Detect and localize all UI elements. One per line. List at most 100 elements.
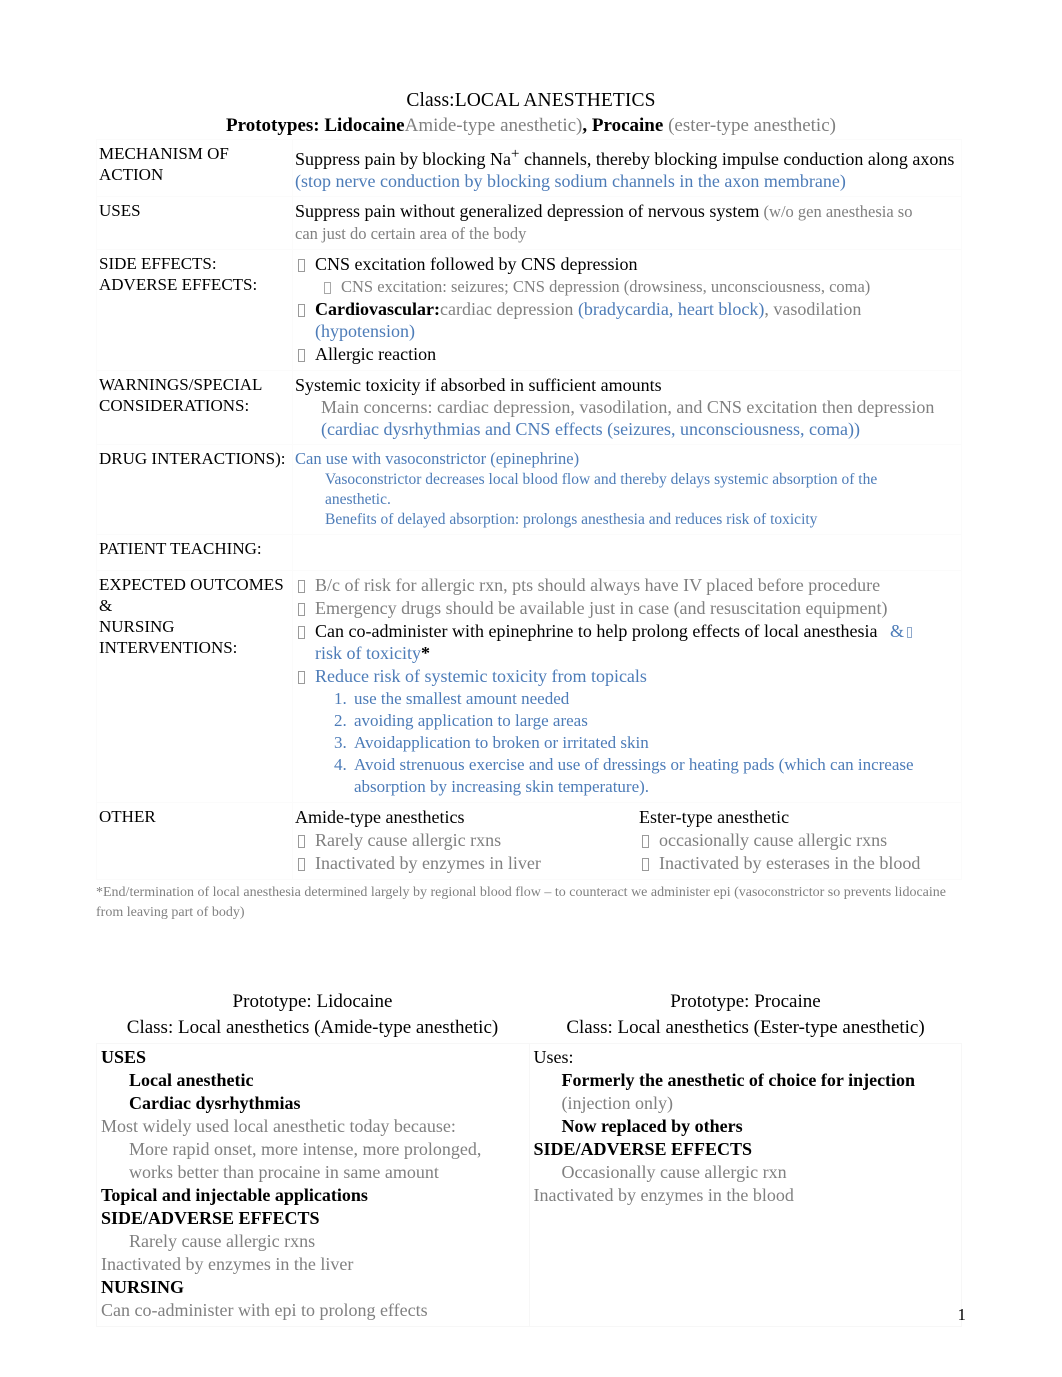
drug-interactions-line-1: Can use with vasoconstrictor (epinephrin… bbox=[295, 449, 580, 468]
table-row-warnings: WARNINGS/SPECIAL CONSIDERATIONS: Systemi… bbox=[96, 370, 962, 445]
drug-card-table: MECHANISM OF ACTION Suppress pain by blo… bbox=[96, 139, 962, 880]
decrease-toxicity-text: risk of toxicity bbox=[315, 643, 421, 663]
row-value-expected-outcomes: B/c of risk for allergic rxn, pts should… bbox=[292, 570, 962, 803]
side-effects-label-1: SIDE EFFECTS: bbox=[99, 254, 217, 273]
amide-list: Rarely cause allergic rxns Inactivated b… bbox=[295, 829, 627, 874]
row-value-uses: Suppress pain without generalized depres… bbox=[292, 196, 962, 250]
list-item: Allergic reaction bbox=[295, 343, 959, 365]
warnings-line-1: Systemic toxicity if absorbed in suffici… bbox=[295, 375, 662, 395]
down-arrow-icon bbox=[907, 627, 913, 638]
class-title-prefix: Class: bbox=[406, 90, 455, 111]
cardio-gray-2: , vasodilation bbox=[764, 299, 862, 319]
uses-text-note: (w/o gen anesthesia so bbox=[759, 202, 913, 221]
prototypes-line: Prototypes: LidocaineAmide-type anesthet… bbox=[0, 113, 1062, 139]
lidocaine-applications: Topical and injectable applications bbox=[101, 1185, 368, 1205]
cardio-gray-1: cardiac depression bbox=[440, 299, 574, 319]
cardio-label: Cardiovascular: bbox=[315, 299, 440, 319]
table-row-expected-outcomes: EXPECTED OUTCOMES & NURSING INTERVENTION… bbox=[96, 570, 962, 803]
lidocaine-class-title: Class: Local anesthetics (Amide-type ane… bbox=[126, 1017, 499, 1038]
side-effects-sublist: CNS excitation: seizures; CNS depression… bbox=[295, 276, 959, 298]
lidocaine-metabolism: Inactivated by enzymes in the liver bbox=[101, 1254, 354, 1274]
procaine-card-body: Uses: Formerly the anesthetic of choice … bbox=[528, 1043, 962, 1327]
list-item: use the smallest amount needed bbox=[351, 688, 959, 710]
table-row-drug-interactions: DRUG INTERACTIONS): Can use with vasocon… bbox=[96, 444, 962, 535]
bullet-text: Can co-administer with epinephrine to he… bbox=[315, 621, 878, 641]
list-item: Inactivated by enzymes in liver bbox=[295, 852, 627, 874]
lidocaine-prototype-title: Prototype: Lidocaine bbox=[232, 991, 393, 1012]
procaine-uses-heading: Uses: bbox=[533, 1047, 574, 1067]
list-item: CNS excitation followed by CNS depressio… bbox=[295, 253, 959, 275]
row-label-drug-interactions: DRUG INTERACTIONS): bbox=[96, 444, 293, 535]
bullet-text: Reduce risk of systemic toxicity from to… bbox=[315, 666, 647, 686]
lidocaine-nursing-1: Can co-administer with epi to prolong ef… bbox=[101, 1300, 428, 1320]
list-item: occasionally cause allergic rxns bbox=[639, 829, 959, 851]
list-item: Cardiovascular:cardiac depression (brady… bbox=[295, 298, 959, 342]
procaine-card-heading: Prototype: Procaine Class: Local anesthe… bbox=[529, 989, 962, 1041]
drug-interactions-line-2: Vasoconstrictor decreases local blood fl… bbox=[325, 471, 878, 488]
row-label-uses: USES bbox=[96, 196, 293, 250]
other-column-ester: Ester-type anesthetic occasionally cause… bbox=[627, 806, 959, 875]
table-row-uses: USES Suppress pain without generalized d… bbox=[96, 196, 962, 250]
expected-outcomes-list: B/c of risk for allergic rxn, pts should… bbox=[295, 574, 959, 687]
prototype-procaine-type: (ester-type anesthetic) bbox=[668, 115, 836, 136]
prototype-separator: , bbox=[582, 115, 592, 136]
bullet-text: Allergic reaction bbox=[315, 344, 437, 364]
list-item: Avoid strenuous exercise and use of dres… bbox=[351, 754, 959, 798]
cardio-blue-2: (hypotension) bbox=[315, 321, 415, 341]
mechanism-line-1: Suppress pain by blocking Na+ channels, … bbox=[295, 143, 959, 170]
bullet-text: occasionally cause allergic rxns bbox=[659, 830, 888, 850]
warnings-label-2: CONSIDERATIONS: bbox=[99, 396, 250, 415]
uses-line-1: Suppress pain without generalized depres… bbox=[295, 200, 959, 223]
footnote: *End/termination of local anesthesia det… bbox=[96, 885, 946, 920]
table-row-other: OTHER Amide-type anesthetics Rarely caus… bbox=[96, 802, 962, 880]
lidocaine-note-1: More rapid onset, more intense, more pro… bbox=[129, 1139, 482, 1159]
list-item: Can co-administer with epinephrine to he… bbox=[295, 620, 959, 664]
lidocaine-use-1: Local anesthetic bbox=[129, 1070, 254, 1090]
bullet-text: CNS excitation followed by CNS depressio… bbox=[315, 254, 638, 274]
reduce-risk-numbered-list: use the smallest amount needed avoiding … bbox=[295, 688, 959, 798]
ester-heading: Ester-type anesthetic bbox=[639, 807, 790, 827]
prototype-detail-table: USES Local anesthetic Cardiac dysrhythmi… bbox=[96, 1043, 962, 1327]
drug-interactions-line-3: anesthetic. bbox=[325, 491, 391, 508]
expected-outcomes-label-2: NURSING INTERVENTIONS: bbox=[99, 617, 238, 657]
table-row-patient-teaching: PATIENT TEACHING: bbox=[96, 534, 962, 571]
lidocaine-nursing-heading: NURSING bbox=[101, 1277, 185, 1297]
list-item: B/c of risk for allergic rxn, pts should… bbox=[295, 574, 959, 596]
row-label-other: OTHER bbox=[96, 802, 293, 880]
prototype-lidocaine: Lidocaine bbox=[324, 115, 405, 136]
side-effects-list: CNS excitation followed by CNS depressio… bbox=[295, 253, 959, 275]
bullet-text: Inactivated by enzymes in liver bbox=[315, 853, 541, 873]
side-effects-list-cardio: Cardiovascular:cardiac depression (brady… bbox=[295, 298, 959, 365]
mechanism-text-post: channels, thereby blocking impulse condu… bbox=[519, 149, 955, 169]
prototype-lidocaine-type: Amide-type anesthetic) bbox=[404, 115, 583, 136]
row-value-drug-interactions: Can use with vasoconstrictor (epinephrin… bbox=[292, 444, 962, 535]
side-effects-label-2: ADVERSE EFFECTS: bbox=[99, 275, 258, 294]
row-value-mechanism: Suppress pain by blocking Na+ channels, … bbox=[292, 139, 962, 197]
document-page: Class:LOCAL ANESTHETICS Prototypes: Lido… bbox=[0, 0, 1062, 1377]
mechanism-line-2: (stop nerve conduction by blocking sodiu… bbox=[295, 171, 846, 191]
row-label-expected-outcomes: EXPECTED OUTCOMES & NURSING INTERVENTION… bbox=[96, 570, 293, 803]
page-number: 1 bbox=[957, 1305, 967, 1324]
procaine-use-1-note: (injection only) bbox=[561, 1093, 673, 1113]
procaine-class-title: Class: Local anesthetics (Ester-type ane… bbox=[566, 1017, 925, 1038]
list-item: avoiding application to large areas bbox=[351, 710, 959, 732]
procaine-side-effect-1: Occasionally cause allergic rxn bbox=[561, 1162, 787, 1182]
warnings-label-1: WARNINGS/SPECIAL bbox=[99, 375, 263, 394]
list-item: Emergency drugs should be available just… bbox=[295, 597, 959, 619]
bullet-text: Rarely cause allergic rxns bbox=[315, 830, 502, 850]
other-two-column: Amide-type anesthetics Rarely cause alle… bbox=[295, 806, 959, 875]
lidocaine-note-2: works better than procaine in same amoun… bbox=[129, 1162, 439, 1182]
drug-interactions-line-4: Benefits of delayed absorption: prolongs… bbox=[325, 511, 818, 528]
row-label-mechanism: MECHANISM OF ACTION bbox=[96, 139, 293, 197]
document-header: Class:LOCAL ANESTHETICS Prototypes: Lido… bbox=[0, 0, 1062, 139]
decrease-toxicity-tail: risk of toxicity* bbox=[315, 642, 959, 664]
row-value-patient-teaching bbox=[292, 534, 962, 571]
table-row-side-effects: SIDE EFFECTS: ADVERSE EFFECTS: CNS excit… bbox=[96, 249, 962, 371]
lidocaine-card-body: USES Local anesthetic Cardiac dysrhythmi… bbox=[96, 1043, 530, 1327]
row-value-other: Amide-type anesthetics Rarely cause alle… bbox=[292, 802, 962, 880]
lidocaine-uses-heading: USES bbox=[101, 1047, 147, 1067]
amide-heading: Amide-type anesthetics bbox=[295, 807, 465, 827]
lidocaine-use-2: Cardiac dysrhythmias bbox=[129, 1093, 301, 1113]
cardio-blue-1: (bradycardia, heart block) bbox=[573, 299, 765, 319]
list-item: Reduce risk of systemic toxicity from to… bbox=[295, 665, 959, 687]
